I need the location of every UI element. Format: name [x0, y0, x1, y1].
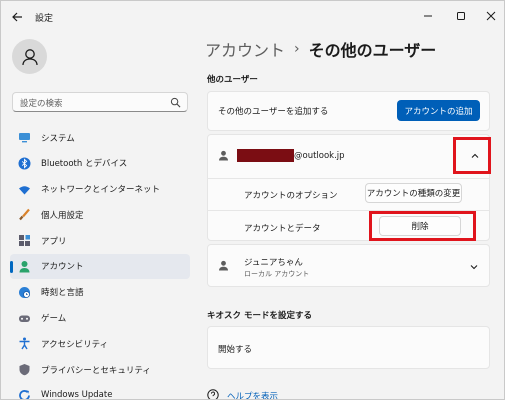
sidebar-item-personalization[interactable]: 個人用設定 — [10, 202, 190, 227]
apps-icon — [18, 234, 31, 247]
help-icon — [207, 389, 219, 399]
sidebar-nav: システム Bluetooth とデバイス ネットワークとインターネット 個人用設… — [10, 125, 190, 400]
expand-user-button[interactable] — [465, 258, 483, 276]
sidebar-item-label: アカウント — [41, 262, 84, 273]
sidebar-item-gaming[interactable]: ゲーム — [10, 306, 190, 331]
close-icon — [486, 11, 496, 21]
sidebar-item-label: アクセシビリティ — [41, 339, 109, 350]
kiosk-start-label: 開始する — [218, 345, 253, 355]
sidebar-item-windows-update[interactable]: Windows Update — [10, 383, 190, 400]
maximize-button[interactable] — [446, 5, 476, 27]
sidebar-item-accounts[interactable]: アカウント — [10, 253, 190, 279]
bluetooth-icon — [18, 157, 31, 170]
back-arrow-icon — [12, 12, 22, 22]
minimize-icon — [424, 15, 432, 17]
sidebar-item-label: プライバシーとセキュリティ — [41, 365, 151, 376]
shield-icon — [18, 363, 31, 376]
sidebar-item-label: 時刻と言語 — [41, 288, 84, 299]
sidebar-item-label: Bluetooth とデバイス — [41, 159, 128, 170]
add-user-label: その他のユーザーを追加する — [218, 107, 329, 117]
settings-window: 設定 設定の検索 システム Bluetooth とデバイス ネットワークとインタ… — [0, 0, 505, 400]
sidebar-item-apps[interactable]: アプリ — [10, 228, 190, 253]
kiosk-section-title: キオスク モードを設定する — [207, 311, 312, 321]
user-account-type: ローカル アカウント — [244, 270, 310, 278]
sidebar-item-privacy-security[interactable]: プライバシーとセキュリティ — [10, 357, 190, 382]
search-placeholder: 設定の検索 — [20, 99, 63, 109]
brush-icon — [18, 208, 31, 221]
settings-search-input[interactable]: 設定の検索 — [12, 92, 188, 112]
highlight-box-expand — [453, 137, 491, 174]
maximize-icon — [457, 12, 465, 20]
sidebar-item-accessibility[interactable]: アクセシビリティ — [10, 331, 190, 356]
sidebar-item-label: ゲーム — [41, 314, 67, 325]
user-email-suffix: @outlook.jp — [294, 151, 345, 161]
breadcrumb-separator: › — [294, 41, 300, 57]
sidebar-item-label: アプリ — [41, 236, 67, 247]
highlight-box-delete — [369, 211, 476, 241]
change-account-type-button[interactable]: アカウントの種類の変更 — [365, 183, 462, 203]
app-title: 設定 — [35, 14, 54, 24]
account-options-label: アカウントのオプション — [244, 191, 338, 201]
accessibility-icon — [18, 337, 31, 350]
page-title: その他のユーザー — [308, 41, 437, 60]
person-icon — [18, 260, 31, 273]
refresh-icon — [18, 389, 31, 399]
sidebar-item-label: Windows Update — [41, 390, 113, 400]
person-icon — [21, 48, 38, 65]
other-users-section-title: 他のユーザー — [207, 75, 258, 85]
user-name: ジュニアちゃん — [244, 258, 303, 268]
add-account-button[interactable]: アカウントの追加 — [397, 100, 480, 121]
breadcrumb-parent[interactable]: アカウント — [205, 37, 285, 61]
help-link[interactable]: ヘルプを表示 — [227, 390, 278, 399]
search-icon — [170, 97, 181, 108]
chevron-down-icon — [470, 265, 478, 270]
divider — [207, 178, 490, 179]
user-person-icon — [219, 150, 228, 161]
back-button[interactable] — [9, 9, 25, 25]
account-data-label: アカウントとデータ — [244, 224, 321, 234]
globe-clock-icon — [18, 286, 31, 299]
sidebar-item-label: システム — [41, 133, 75, 144]
sidebar-item-label: 個人用設定 — [41, 210, 84, 221]
user-person-icon — [219, 260, 228, 271]
sidebar-item-time-language[interactable]: 時刻と言語 — [10, 280, 190, 305]
breadcrumb: アカウント › その他のユーザー — [205, 37, 436, 61]
wifi-icon — [18, 183, 31, 196]
sidebar-item-label: ネットワークとインターネット — [41, 185, 161, 196]
monitor-icon — [18, 131, 31, 144]
sidebar-item-bluetooth[interactable]: Bluetooth とデバイス — [10, 151, 190, 176]
sidebar-item-system[interactable]: システム — [10, 125, 190, 150]
gamepad-icon — [18, 312, 31, 325]
close-button[interactable] — [476, 5, 504, 27]
user-avatar[interactable] — [12, 39, 47, 74]
minimize-button[interactable] — [413, 5, 443, 27]
redacted-email-block — [237, 149, 294, 162]
sidebar-item-network[interactable]: ネットワークとインターネット — [10, 177, 190, 202]
title-bar: 設定 — [1, 1, 504, 33]
